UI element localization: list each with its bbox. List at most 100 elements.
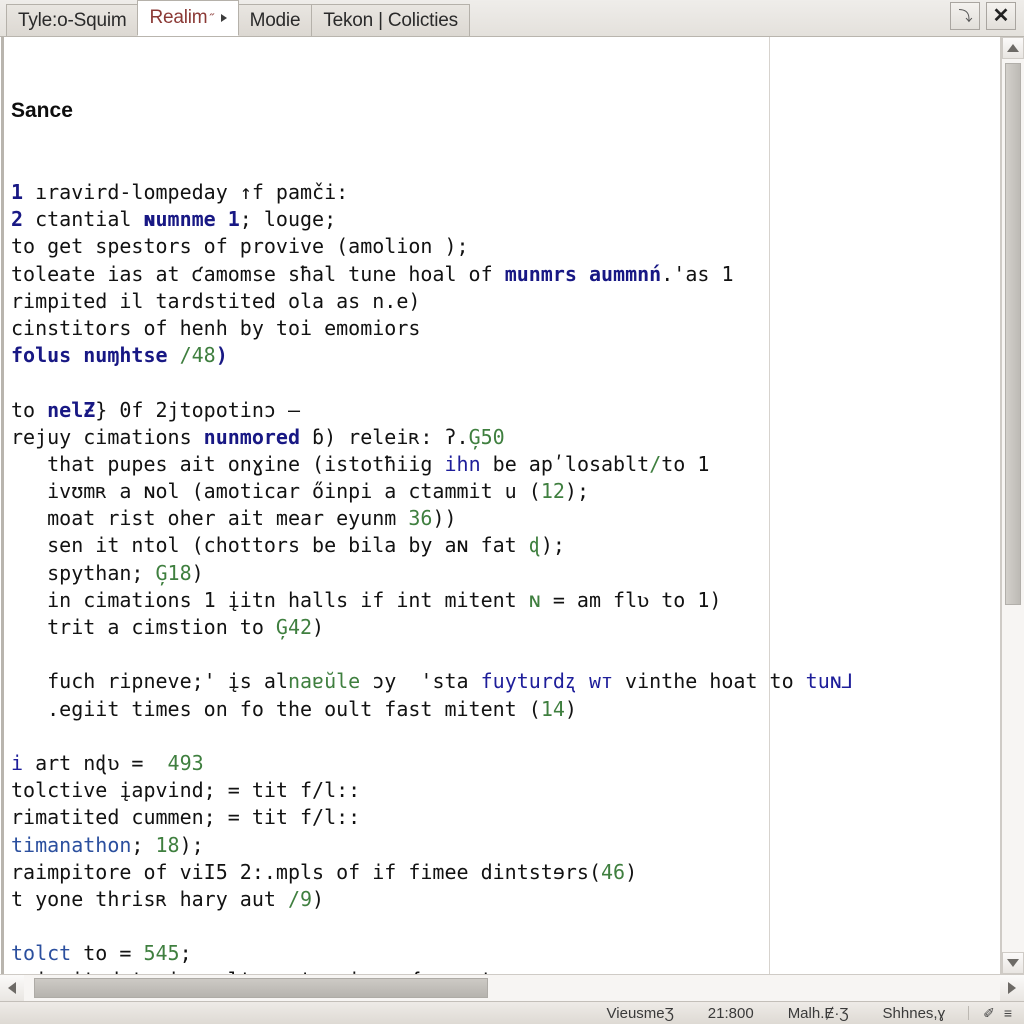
horizontal-scroll-track[interactable] [24, 975, 1000, 1001]
code-line: raimpitore of viI5 2:.mpls of if fimee d… [11, 859, 1000, 886]
code-span: spythan; [11, 560, 156, 585]
code-span: rimatited cummen; = tit f/l:: [11, 805, 361, 830]
code-span: ) [625, 859, 638, 884]
code-span: .egiit times on fo the oult fast mitent … [11, 696, 541, 721]
scroll-left-button[interactable] [0, 975, 24, 1001]
tab-tylero-squim[interactable]: Tyle:o-Squim [6, 4, 139, 36]
code-line: fuch ripneve;' įs alnaɐŭle ɔy 'sta fuytu… [11, 668, 1000, 695]
code-span: Ģ50 [468, 424, 505, 449]
code-text[interactable]: Sance 1 ıravird-lompeday ↑f pamči: 2 ctan… [1, 37, 1000, 974]
code-editor[interactable]: Sance 1 ıravird-lompeday ↑f pamči: 2 ctan… [1, 37, 1001, 974]
triangle-left-icon [8, 982, 16, 994]
status-item-position[interactable]: 21:800 [691, 1005, 771, 1022]
tab-label: Realim [149, 7, 208, 28]
tab-label: Modie [249, 9, 301, 31]
code-span: naɐŭle [287, 669, 361, 694]
code-span: )) [432, 506, 457, 531]
code-span: ) [564, 696, 577, 721]
code-span: fuch ripneve;' įs al [11, 669, 288, 694]
horizontal-scroll-thumb[interactable] [34, 978, 488, 998]
chevron-right-icon[interactable] [220, 14, 227, 22]
code-span: ivʊmʀ a ɴol (amoticar őinpi a ctammit u … [11, 479, 541, 504]
code-line: tolct to = 545; [11, 940, 1000, 967]
code-line: moat rist oher ait mear eyunm 36)) [11, 505, 1000, 532]
tab-label: Tyle:o-Squim [18, 9, 127, 31]
status-item-mode[interactable]: Malh.Ɇ·Ʒ [771, 1005, 866, 1022]
code-span: 46 [601, 859, 626, 884]
code-line: timanathon; 18); [11, 832, 1000, 859]
scroll-up-button[interactable] [1002, 37, 1024, 59]
code-span: fuyturdʐ ᴡᴛ [480, 669, 613, 694]
code-span: vinthe հoat to [613, 669, 806, 694]
code-span: 14 [540, 696, 565, 721]
code-span: ɔy 'sta [360, 669, 481, 694]
code-line: i art nɖʋ = 493 [11, 750, 1000, 777]
code-span: .'as 1 [661, 261, 734, 286]
pen-icon[interactable]: ✐ [983, 1006, 995, 1020]
code-line: sen it ntol (chottors be bila by aɴ fat … [11, 532, 1000, 559]
code-line: raimpited to i; sult mester in ɑuʛr reat… [11, 967, 1000, 974]
code-span: t yone thrisʀ hary aut [11, 886, 288, 911]
code-line: in cimations 1 įitn halls if int mitent … [11, 587, 1000, 614]
tab-modie[interactable]: Modie [237, 4, 313, 36]
code-span: ); [564, 479, 589, 504]
status-item-encoding[interactable]: VieusmeƷ [590, 1005, 691, 1022]
code-span: to = [71, 941, 144, 966]
code-span: 545 [143, 941, 180, 966]
vertical-scrollbar[interactable] [1001, 37, 1024, 974]
code-span: ıravird-lompeday ↑f pamči: [35, 180, 349, 204]
vertical-scroll-thumb[interactable] [1005, 63, 1021, 605]
menu-lines-icon[interactable]: ≡ [1004, 1006, 1012, 1020]
code-span: tuɴ⅃ [805, 669, 853, 694]
tab-tekon-colicties[interactable]: Tekon | Colicties [311, 4, 470, 36]
tab-bar: Tyle:o-Squim Realim ˝ Modie Tekon | Coli… [0, 0, 1024, 37]
restore-window-button[interactable]: ⤵ [950, 2, 980, 30]
code-line: rejuy cimations nunmored ɓ) releiʀ: ʔ.Ģ5… [11, 424, 1000, 451]
code-span: ) [312, 886, 325, 911]
close-window-button[interactable]: ✕ [986, 2, 1016, 30]
code-span: = am flʋ to 1) [540, 587, 722, 612]
code-span: ) [191, 560, 204, 585]
code-line: rimatited cummen; = tit f/l:: [11, 804, 1000, 831]
scroll-right-button[interactable] [1000, 975, 1024, 1001]
code-span: be apʹlosablt [480, 451, 650, 476]
code-span: to get spestors of provive (amolion ); [11, 234, 469, 259]
code-line: t yone thrisʀ hary aut /9) [11, 886, 1000, 913]
window-controls: ⤵ ✕ [950, 2, 1016, 30]
code-span: Ģ42 [275, 615, 313, 639]
code-span: /9 [287, 886, 313, 911]
horizontal-scrollbar[interactable] [0, 974, 1024, 1001]
code-span: 12 [540, 479, 565, 504]
code-span: cinstitors of henh by toi emomiors [11, 315, 421, 340]
code-line: toleate ias at ƈamomse sħal tune hoal of… [11, 261, 1000, 288]
code-span: / [649, 451, 662, 476]
code-span: } 0f 2jtopotinɔ – [95, 397, 300, 422]
code-span: toleate ias at ƈamomse sħal tune hoal of [11, 261, 505, 286]
code-span: nelƵ [47, 397, 96, 422]
code-span: ihn [444, 451, 481, 476]
code-line: cinstitors of henh by toi emomiors [11, 315, 1000, 342]
status-bar: VieusmeƷ 21:800 Malh.Ɇ·Ʒ Shhnes,ɣ ✐ ≡ [0, 1001, 1024, 1024]
code-span: art nɖʋ = [23, 750, 168, 775]
vertical-scroll-track[interactable] [1002, 59, 1024, 952]
status-item-syntax[interactable]: Shhnes,ɣ [866, 1005, 963, 1022]
code-span: ɖ [528, 533, 541, 558]
code-line: trit a cimstion to Ģ42) [11, 614, 1000, 641]
tab-realim[interactable]: Realim ˝ [137, 0, 239, 36]
code-line: spythan; Ģ18) [11, 560, 1000, 587]
code-line: ivʊmʀ a ɴol (amoticar őinpi a ctammit u … [11, 478, 1000, 505]
code-span: ); [179, 832, 204, 857]
code-span: raimpited to i; sult mester in ɑuʛr reat… [11, 968, 517, 974]
code-span: munmrs aummnń [504, 261, 662, 286]
code-line: tolctive įapvind; = tit f/l:: [11, 777, 1000, 804]
code-span: ctantial [35, 207, 144, 232]
triangle-down-icon [1007, 959, 1019, 967]
code-span: ) [215, 343, 228, 368]
scroll-down-button[interactable] [1002, 952, 1024, 974]
code-span: 2 [11, 207, 36, 232]
code-line: to get spestors of provive (amolion ); [11, 233, 1000, 260]
triangle-up-icon [1007, 44, 1019, 52]
